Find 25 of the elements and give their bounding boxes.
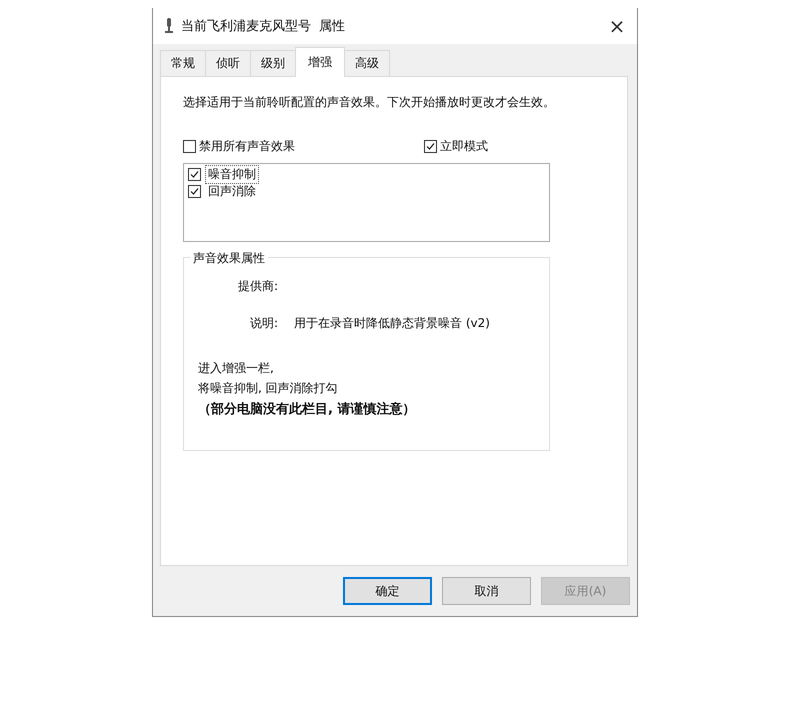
microphone-icon: [165, 18, 173, 34]
note-text: 将噪音抑制, 回声消除打勾: [198, 380, 339, 397]
note-text: 进入增强一栏,: [198, 360, 275, 377]
provider-label: 提供商:: [236, 278, 278, 295]
tab[interactable]: 常规: [160, 50, 206, 76]
window-title: 当前飞利浦麦克风型号: [181, 18, 311, 35]
window-title-suffix: 属性: [319, 18, 345, 35]
tab[interactable]: 高级: [344, 50, 390, 76]
checkbox-label[interactable]: 立即模式: [440, 138, 488, 155]
close-button[interactable]: ×: [597, 14, 637, 38]
checkbox[interactable]: [188, 185, 201, 198]
effect-label[interactable]: 回声消除: [205, 182, 259, 201]
checkbox[interactable]: [183, 140, 196, 153]
tab[interactable]: 增强: [295, 47, 345, 77]
checkbox[interactable]: [424, 140, 437, 153]
description-text: 选择适用于当前聆听配置的声音效果。下次开始播放时更改才会生效。: [183, 95, 556, 110]
checkbox-label[interactable]: 禁用所有声音效果: [199, 138, 295, 155]
dialog-button[interactable]: 取消: [442, 577, 531, 605]
effect-label[interactable]: 噪音抑制: [205, 165, 259, 184]
description-value: 用于在录音时降低静态背景噪音 (v2): [294, 315, 490, 332]
description-label: 说明:: [248, 315, 278, 332]
checkbox[interactable]: [188, 168, 201, 181]
dialog-button[interactable]: 确定: [343, 577, 432, 605]
note-text: （部分电脑没有此栏目, 请谨慎注意）: [198, 400, 416, 418]
group-title: 声音效果属性: [190, 250, 268, 267]
